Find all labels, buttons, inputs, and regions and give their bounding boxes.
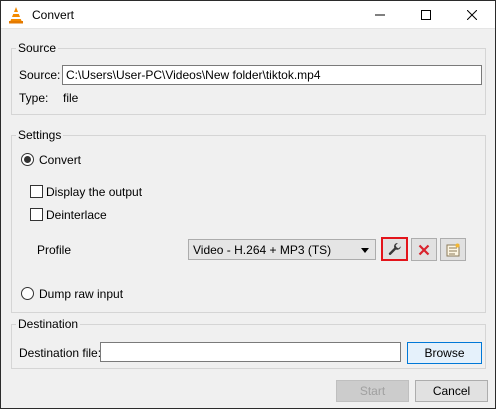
source-path-input[interactable] [62, 65, 482, 85]
destination-group-label: Destination [16, 317, 81, 331]
chevron-down-icon [361, 248, 369, 253]
source-group-label: Source [16, 41, 59, 55]
start-button[interactable]: Start [336, 380, 409, 402]
dump-raw-radio[interactable] [21, 287, 34, 300]
profile-select[interactable]: Video - H.264 + MP3 (TS) [188, 239, 376, 260]
destination-file-label: Destination file: [19, 346, 102, 360]
close-button[interactable] [449, 1, 495, 29]
convert-radio[interactable] [21, 153, 34, 166]
cancel-button[interactable]: Cancel [415, 380, 488, 402]
settings-group-label: Settings [16, 128, 64, 142]
type-value: file [63, 91, 79, 105]
deinterlace-label[interactable]: Deinterlace [46, 208, 107, 222]
convert-dialog: Convert Source Source: Type: file Settin… [0, 0, 496, 409]
minimize-button[interactable] [357, 1, 403, 29]
destination-file-input[interactable] [100, 342, 401, 362]
type-label: Type: [19, 91, 49, 105]
display-output-label[interactable]: Display the output [46, 185, 142, 199]
vlc-cone-icon [9, 7, 23, 24]
edit-profile-button[interactable] [381, 237, 408, 261]
convert-radio-label[interactable]: Convert [39, 153, 81, 167]
delete-icon [418, 244, 430, 255]
new-profile-button[interactable] [440, 238, 466, 261]
profile-label: Profile [37, 243, 72, 257]
window-title: Convert [32, 8, 75, 22]
maximize-icon [421, 10, 431, 20]
title-bar[interactable]: Convert [1, 1, 495, 29]
dump-raw-label[interactable]: Dump raw input [39, 287, 123, 301]
wrench-icon [388, 243, 401, 255]
source-label: Source: [19, 68, 61, 82]
close-icon [467, 10, 477, 20]
new-profile-icon [446, 243, 460, 256]
deinterlace-checkbox[interactable] [30, 208, 43, 221]
minimize-icon [375, 14, 385, 16]
maximize-button[interactable] [403, 1, 449, 29]
profile-select-value: Video - H.264 + MP3 (TS) [193, 243, 332, 257]
display-output-checkbox[interactable] [30, 185, 43, 198]
delete-profile-button[interactable] [411, 238, 437, 261]
browse-button[interactable]: Browse [407, 342, 482, 364]
